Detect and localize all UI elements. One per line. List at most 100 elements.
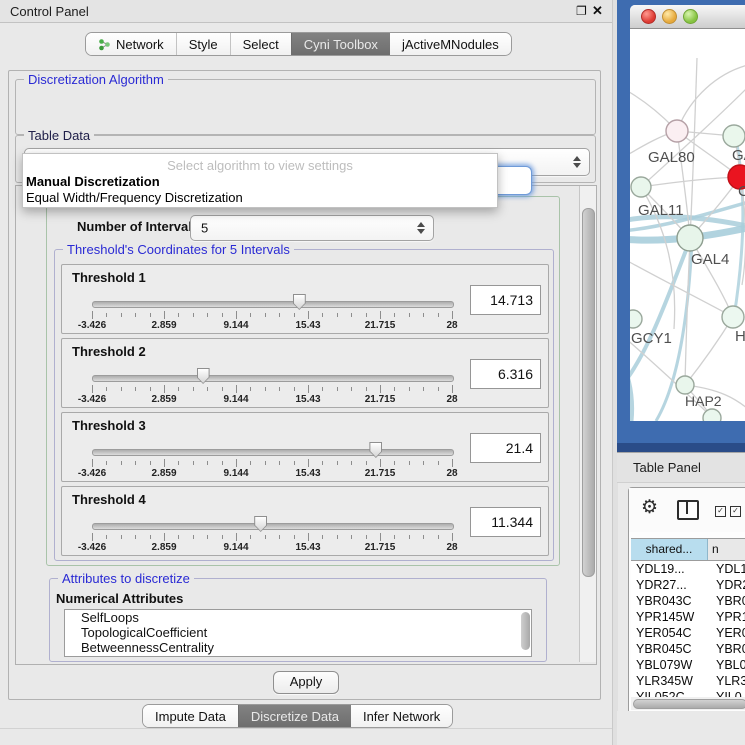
slider-tick-labels: -3.4262.8599.14415.4321.71528 bbox=[92, 394, 452, 405]
slider-tick-label: 28 bbox=[446, 468, 457, 479]
slider-tick-label: -3.426 bbox=[78, 542, 106, 553]
checkbox-icon[interactable]: ✓ bbox=[715, 506, 726, 517]
slider-ticks bbox=[92, 533, 452, 541]
slider-tick bbox=[308, 533, 309, 541]
panel-scrollbar[interactable] bbox=[579, 186, 596, 662]
slider-tick-label: 21.715 bbox=[365, 394, 396, 405]
slider-tick bbox=[236, 311, 237, 319]
slider-tick bbox=[366, 313, 367, 317]
column-header-shared-name[interactable]: shared... bbox=[631, 539, 708, 560]
threshold-value-field[interactable]: 6.316 bbox=[470, 359, 541, 389]
tab-style[interactable]: Style bbox=[176, 33, 230, 55]
table-row[interactable]: YLR345WYLR3 bbox=[631, 673, 745, 689]
settings-scroll-panel: Interval Definition Number of Intervals … bbox=[15, 185, 597, 665]
tab-jactivemnodules[interactable]: jActiveMNodules bbox=[390, 33, 511, 55]
slider-tick bbox=[438, 387, 439, 391]
slider-tick bbox=[380, 459, 381, 467]
table-row[interactable]: YBR043CYBR0 bbox=[631, 593, 745, 609]
checkbox-icon[interactable]: ✓ bbox=[730, 506, 741, 517]
table-row[interactable]: YBR045CYBR0 bbox=[631, 641, 745, 657]
table-row[interactable]: YPR145WYPR1 bbox=[631, 609, 745, 625]
slider-tick bbox=[135, 461, 136, 465]
column-header-name[interactable]: n bbox=[708, 539, 745, 560]
table-row[interactable]: YER054CYER0 bbox=[631, 625, 745, 641]
gear-icon[interactable]: ⚙ bbox=[641, 496, 658, 519]
tab-impute-data[interactable]: Impute Data bbox=[143, 705, 238, 727]
threshold-1-slider[interactable]: -3.4262.8599.14415.4321.71528 bbox=[92, 293, 452, 331]
dropdown-option-manual[interactable]: Manual Discretization bbox=[26, 174, 160, 189]
table-hscrollbar[interactable] bbox=[631, 697, 745, 710]
slider-tick bbox=[193, 535, 194, 539]
tab-select[interactable]: Select bbox=[230, 33, 291, 55]
slider-tick bbox=[193, 313, 194, 317]
threshold-2-slider[interactable]: -3.4262.8599.14415.4321.71528 bbox=[92, 367, 452, 405]
network-canvas[interactable]: GAL80GACGAL11GAL4GCY1HHAP2 bbox=[630, 29, 745, 421]
scrollbar-thumb[interactable] bbox=[633, 699, 745, 709]
minimize-traffic-light[interactable] bbox=[662, 9, 677, 24]
slider-tick-label: 21.715 bbox=[365, 320, 396, 331]
network-edge[interactable] bbox=[685, 317, 733, 385]
network-edge[interactable] bbox=[690, 58, 697, 238]
network-node[interactable] bbox=[722, 306, 744, 328]
scrollbar-thumb[interactable] bbox=[582, 208, 595, 577]
number-of-intervals-combobox[interactable]: 5 bbox=[190, 215, 434, 241]
threshold-value-field[interactable]: 21.4 bbox=[470, 433, 541, 463]
dock-background bbox=[617, 711, 745, 745]
attribute-list-item[interactable]: TopologicalCoefficient bbox=[65, 625, 531, 640]
network-edge[interactable] bbox=[641, 177, 740, 187]
slider-track[interactable] bbox=[92, 375, 454, 382]
network-node[interactable] bbox=[703, 409, 721, 421]
bottom-tabbar: Impute Data Discretize Data Infer Networ… bbox=[142, 704, 453, 728]
network-node[interactable] bbox=[676, 376, 694, 394]
slider-tick bbox=[207, 387, 208, 391]
slider-tick-label: 15.43 bbox=[295, 394, 320, 405]
threshold-4-slider[interactable]: -3.4262.8599.14415.4321.71528 bbox=[92, 515, 452, 553]
float-window-icon[interactable]: ❐ bbox=[576, 4, 587, 18]
slider-tick bbox=[164, 385, 165, 393]
apply-button[interactable]: Apply bbox=[273, 671, 339, 694]
network-node[interactable] bbox=[677, 225, 703, 251]
slider-track[interactable] bbox=[92, 523, 454, 530]
group-title: Discretization Algorithm bbox=[24, 72, 168, 87]
slider-tick-label: 15.43 bbox=[295, 542, 320, 553]
slider-track[interactable] bbox=[92, 301, 454, 308]
tab-discretize-data[interactable]: Discretize Data bbox=[238, 705, 351, 727]
combo-stepper-icon bbox=[573, 156, 581, 168]
slider-tick-label: 2.859 bbox=[151, 542, 176, 553]
threshold-3-slider[interactable]: -3.4262.8599.14415.4321.71528 bbox=[92, 441, 452, 479]
tab-infer-network[interactable]: Infer Network bbox=[351, 705, 452, 727]
dropdown-option-equal-width[interactable]: Equal Width/Frequency Discretization bbox=[26, 190, 243, 205]
threshold-value-field[interactable]: 11.344 bbox=[470, 507, 541, 537]
numerical-attributes-list[interactable]: SelfLoopsTopologicalCoefficientBetweenne… bbox=[64, 609, 532, 657]
slider-tick bbox=[121, 535, 122, 539]
list-scrollbar[interactable] bbox=[521, 612, 530, 650]
slider-tick-label: 2.859 bbox=[151, 468, 176, 479]
zoom-traffic-light[interactable] bbox=[683, 9, 698, 24]
close-traffic-light[interactable] bbox=[641, 9, 656, 24]
table-cell: YDL1 bbox=[713, 561, 745, 577]
slider-track[interactable] bbox=[92, 449, 454, 456]
network-node[interactable] bbox=[631, 177, 651, 197]
attribute-list-item[interactable]: SelfLoops bbox=[65, 610, 531, 625]
table-row[interactable]: YDL19...YDL1 bbox=[631, 561, 745, 577]
slider-tick-label: -3.426 bbox=[78, 320, 106, 331]
network-edge[interactable] bbox=[677, 65, 745, 131]
threshold-1-row: Threshold 1 -3.4262.8599.14415.4321.7152… bbox=[61, 264, 549, 334]
split-columns-icon[interactable] bbox=[677, 500, 699, 520]
network-node[interactable] bbox=[723, 125, 745, 147]
slider-tick bbox=[193, 461, 194, 465]
threshold-value-field[interactable]: 14.713 bbox=[470, 285, 541, 315]
close-icon[interactable]: ✕ bbox=[592, 3, 603, 19]
tab-network[interactable]: Network bbox=[86, 33, 176, 55]
slider-tick bbox=[207, 461, 208, 465]
tab-cyni-toolbox[interactable]: Cyni Toolbox bbox=[291, 33, 390, 55]
threshold-3-row: Threshold 3 -3.4262.8599.14415.4321.7152… bbox=[61, 412, 549, 482]
slider-tick bbox=[150, 313, 151, 317]
table-row[interactable]: YBL079WYBL0 bbox=[631, 657, 745, 673]
network-node[interactable] bbox=[630, 310, 642, 328]
network-node[interactable] bbox=[666, 120, 688, 142]
attribute-list-item[interactable]: BetweennessCentrality bbox=[65, 640, 531, 655]
slider-tick bbox=[438, 313, 439, 317]
table-row[interactable]: YDR27...YDR2 bbox=[631, 577, 745, 593]
attributes-group: Attributes to discretize Numerical Attri… bbox=[49, 578, 547, 662]
